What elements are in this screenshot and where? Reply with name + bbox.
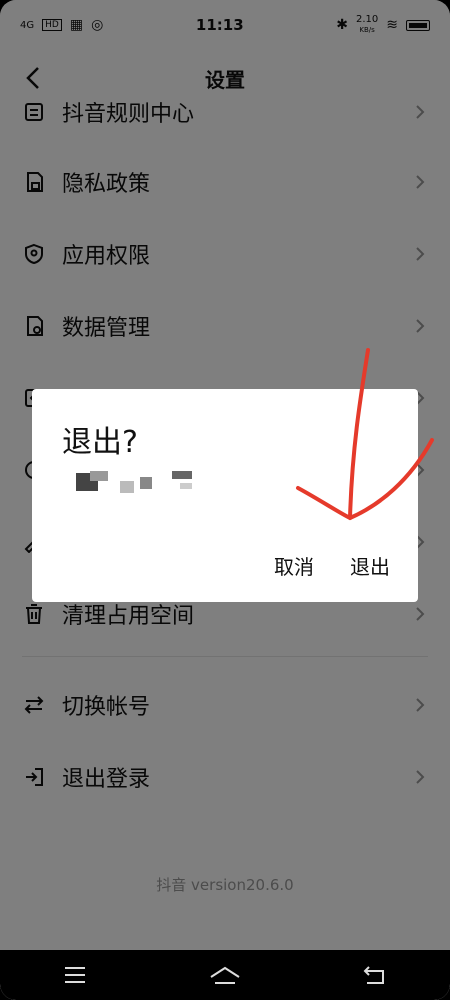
menu-button[interactable] [55, 960, 95, 990]
home-button[interactable] [205, 960, 245, 990]
dialog-title: 退出? [62, 425, 138, 460]
blurred-username [76, 471, 192, 493]
menu-icon [65, 967, 85, 983]
dialog-actions: 取消 退出 [274, 551, 390, 580]
back-system-button[interactable] [355, 960, 395, 990]
cancel-button[interactable]: 取消 [274, 551, 314, 580]
settings-screen: 4G HD ▦ ◎ 11:13 ✱ 2.10 KB/s ≋ 设置 [0, 0, 450, 1000]
system-nav-bar [0, 950, 450, 1000]
home-icon [210, 966, 240, 984]
logout-dialog: 退出? 取消 退出 [32, 389, 418, 602]
confirm-logout-button[interactable]: 退出 [350, 551, 390, 580]
back-system-icon [363, 966, 384, 984]
